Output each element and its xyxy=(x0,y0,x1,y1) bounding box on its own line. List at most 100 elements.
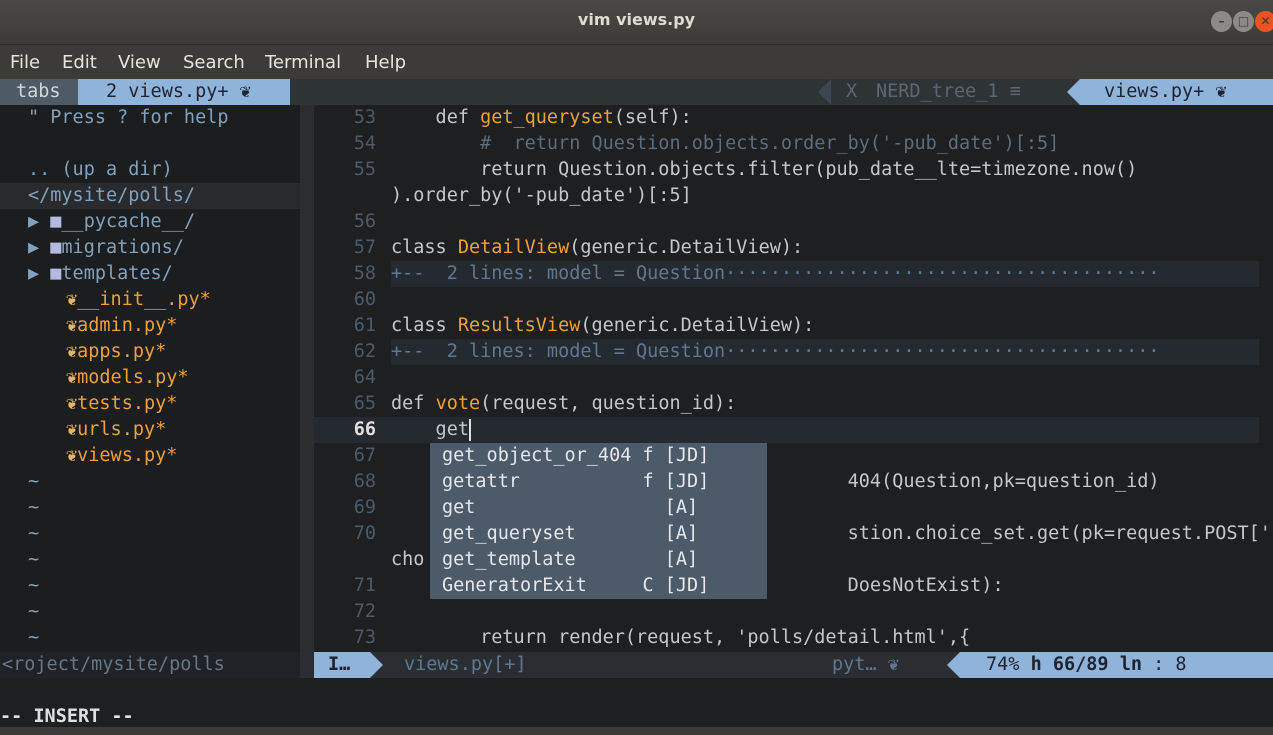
tree-dir-item[interactable]: ▶ ■templates/ xyxy=(28,261,173,287)
status-filetype: pyt… ❦ xyxy=(832,652,899,678)
nerdtree-panel[interactable]: " Press ? for help .. (up a dir) </mysit… xyxy=(0,105,300,652)
folder-icon: ■ xyxy=(50,237,62,258)
completion-kind xyxy=(642,549,664,570)
completion-item[interactable]: getattr f [JD] xyxy=(430,469,767,495)
empty-line-marker: ~ xyxy=(28,601,40,622)
tab-close-label[interactable]: X xyxy=(846,79,857,105)
completion-item[interactable]: get [A] xyxy=(430,495,767,521)
tree-file-item[interactable]: ❦views.py* xyxy=(66,443,177,469)
empty-line-marker: ~ xyxy=(28,549,40,570)
tree-file-item[interactable]: ❦tests.py* xyxy=(66,391,177,417)
completion-word: get_queryset xyxy=(442,523,643,544)
code-line[interactable]: class DetailView(generic.DetailView): xyxy=(391,235,803,261)
code-line[interactable]: return Question.objects.filter(pub_date_… xyxy=(391,157,1137,183)
tree-dir-item[interactable]: ▶ ■migrations/ xyxy=(28,235,184,261)
line-number: 60 xyxy=(353,289,376,310)
separator-arrow-icon xyxy=(947,652,960,678)
python-icon: ❦ xyxy=(66,341,78,362)
status-position: 74% h 66/89 ln : 8 xyxy=(960,652,1273,678)
tree-file-item[interactable]: ❦__init__.py* xyxy=(66,287,211,313)
ln-label: ln xyxy=(1119,654,1142,675)
python-icon: ❦ xyxy=(66,419,78,440)
keyword: class xyxy=(391,237,458,258)
tree-dir-item[interactable]: ▶ ■__pycache__/ xyxy=(28,209,195,235)
vertical-split[interactable] xyxy=(300,105,314,652)
definition-name: DetailView xyxy=(457,237,570,258)
completion-source: [A] xyxy=(664,497,699,518)
menu-terminal[interactable]: Terminal xyxy=(265,52,341,73)
folder-icon: ■ xyxy=(50,211,62,232)
nerdtree-up-dir[interactable]: .. (up a dir) xyxy=(28,157,173,183)
line-number: 58 xyxy=(353,263,376,284)
completion-kind: C xyxy=(642,575,665,596)
line-number: 62 xyxy=(353,341,376,362)
filetype-label: pyt… xyxy=(832,654,888,675)
completion-item[interactable]: get_template [A] xyxy=(430,547,767,573)
completion-kind: f xyxy=(642,445,665,466)
completion-kind: f xyxy=(642,471,665,492)
terminal-area[interactable]: tabs 2 views.py+ ❦ X NERD_tree_1 ≡ views… xyxy=(0,79,1273,735)
code-text: (self): xyxy=(613,107,692,128)
file-name: admin.py* xyxy=(77,315,178,336)
vim-tabline: tabs 2 views.py+ ❦ X NERD_tree_1 ≡ views… xyxy=(0,79,1273,105)
completion-popup[interactable]: get_object_or_404 f [JD] getattr f [JD] ge… xyxy=(430,443,767,599)
line-number xyxy=(314,183,376,209)
tab-current[interactable]: 2 views.py+ ❦ xyxy=(78,79,290,105)
expand-arrow-icon: ▶ xyxy=(28,211,51,232)
line-number: 67 xyxy=(353,445,376,466)
completion-word: get_object_or_404 xyxy=(442,445,643,466)
nerdtree-status-path: <roject/mysite/polls xyxy=(0,652,300,678)
line-number: 69 xyxy=(353,497,376,518)
menu-view[interactable]: View xyxy=(118,52,161,73)
menu-file[interactable]: File xyxy=(10,52,40,73)
code-text: (generic.DetailView): xyxy=(580,315,815,336)
code-text: (generic.DetailView): xyxy=(569,237,804,258)
code-line[interactable]: def get_queryset(self): xyxy=(391,105,692,131)
separator-arrow-icon xyxy=(818,79,831,105)
code-line[interactable]: # return Question.objects.order_by('-pub… xyxy=(391,131,1059,157)
file-name: tests.py* xyxy=(77,393,178,414)
line-number: 64 xyxy=(353,367,376,388)
code-line[interactable]: ).order_by('-pub_date')[:5] xyxy=(391,183,692,209)
completion-source: [JD] xyxy=(664,575,710,596)
nerdtree-help: " Press ? for help xyxy=(28,107,229,128)
code-line[interactable]: return render(request, 'polls/detail.htm… xyxy=(391,625,970,651)
completion-word: GeneratorExit xyxy=(442,575,643,596)
code-line[interactable]: class ResultsView(generic.DetailView): xyxy=(391,313,814,339)
tree-file-item[interactable]: ❦models.py* xyxy=(66,365,189,391)
maximize-icon[interactable]: □ xyxy=(1233,11,1254,32)
completion-item[interactable]: get_queryset [A] xyxy=(430,521,767,547)
line-number: 57 xyxy=(353,237,376,258)
completion-word: getattr xyxy=(442,471,643,492)
tree-file-item[interactable]: ❦urls.py* xyxy=(66,417,166,443)
tab-views-py[interactable]: views.py+ ❦ xyxy=(1080,79,1273,105)
definition-name: ResultsView xyxy=(457,315,581,336)
code-line[interactable]: def vote(request, question_id): xyxy=(391,391,736,417)
code-line[interactable]: get xyxy=(391,417,471,443)
minimize-icon[interactable]: – xyxy=(1211,11,1232,32)
code-line[interactable]: +-- 2 lines: model = Question···········… xyxy=(391,261,1259,287)
title-bar[interactable]: vim views.py – □ ✕ xyxy=(0,0,1273,45)
line-number: 73 xyxy=(353,627,376,648)
definition-name: vote xyxy=(435,393,481,414)
python-icon: ❦ xyxy=(66,315,78,336)
menu-help[interactable]: Help xyxy=(365,52,406,73)
close-icon[interactable]: ✕ xyxy=(1255,11,1273,32)
menu-search[interactable]: Search xyxy=(183,52,245,73)
line-number: 53 xyxy=(353,107,376,128)
menu-edit[interactable]: Edit xyxy=(62,52,97,73)
tab-nerdtree[interactable]: NERD_tree_1 ≡ xyxy=(876,79,1021,105)
tree-file-item[interactable]: ❦admin.py* xyxy=(66,313,177,339)
tree-file-item[interactable]: ❦apps.py* xyxy=(66,339,166,365)
cursor-position: 66/89 xyxy=(1052,654,1109,675)
code-line[interactable]: +-- 2 lines: model = Question···········… xyxy=(391,339,1259,365)
completion-item[interactable]: get_object_or_404 f [JD] xyxy=(430,443,767,469)
line-number: 72 xyxy=(353,601,376,622)
nerdtree-cwd[interactable]: </mysite/polls/ xyxy=(0,183,300,209)
keyword: def xyxy=(391,393,436,414)
completion-item[interactable]: GeneratorExit C [JD] xyxy=(430,573,767,599)
python-icon: ❦ xyxy=(66,289,78,310)
keyword: class xyxy=(391,315,458,336)
code-line[interactable]: cho xyxy=(391,547,424,573)
empty-line-marker: ~ xyxy=(28,471,40,492)
